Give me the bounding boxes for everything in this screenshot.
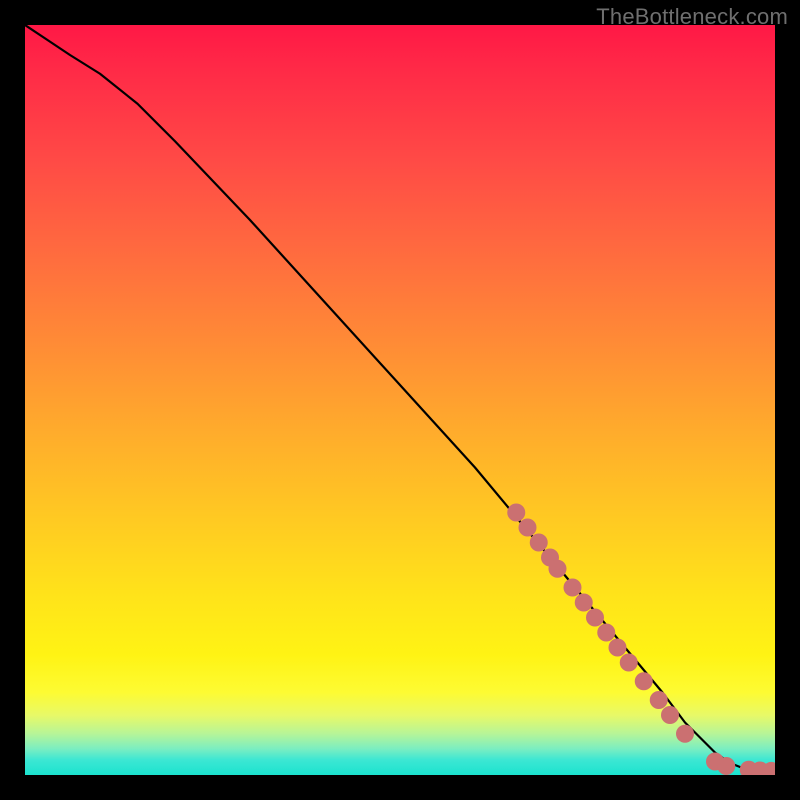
plot-area xyxy=(25,25,775,775)
data-marker xyxy=(507,504,525,522)
bottleneck-curve xyxy=(25,25,775,771)
data-marker xyxy=(549,560,567,578)
data-marker xyxy=(586,609,604,627)
chart-stage: TheBottleneck.com xyxy=(0,0,800,800)
data-marker xyxy=(564,579,582,597)
data-marker xyxy=(519,519,537,537)
data-markers-layer xyxy=(507,504,775,776)
data-marker xyxy=(717,757,735,775)
data-marker xyxy=(650,691,668,709)
data-marker xyxy=(661,706,679,724)
data-marker xyxy=(635,672,653,690)
data-marker xyxy=(609,639,627,657)
chart-overlay-svg xyxy=(25,25,775,775)
data-marker xyxy=(620,654,638,672)
data-marker xyxy=(530,534,548,552)
data-marker xyxy=(676,725,694,743)
data-marker xyxy=(575,594,593,612)
data-marker xyxy=(597,624,615,642)
